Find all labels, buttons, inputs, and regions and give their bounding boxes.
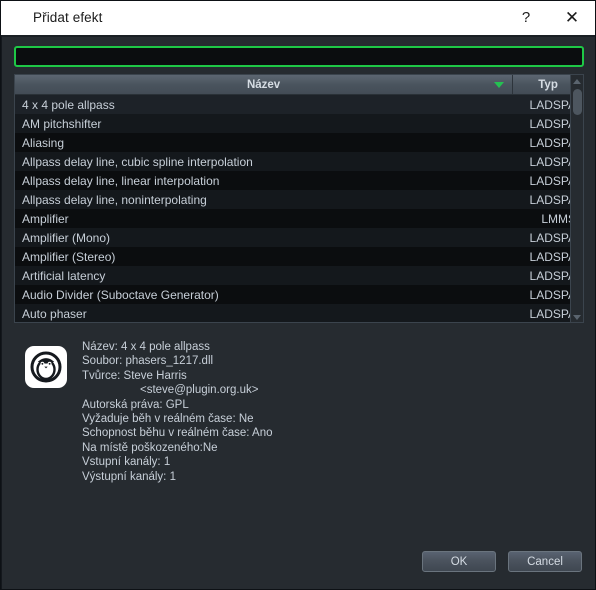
plugin-info-line: Tvůrce: Steve Harris xyxy=(82,369,187,382)
cell-effect-name: Aliasing xyxy=(22,135,65,150)
search-input[interactable] xyxy=(14,46,584,67)
plugin-info-text: Název: 4 x 4 pole allpass Soubor: phasers… xyxy=(82,340,273,484)
vertical-scrollbar[interactable] xyxy=(570,75,583,322)
table-row[interactable]: Auto phaser LADSPA xyxy=(15,304,583,322)
plugin-info-line: Výstupní kanály: 1 xyxy=(82,470,176,483)
ok-button[interactable]: OK xyxy=(422,551,496,572)
cell-effect-name: 4 x 4 pole allpass xyxy=(22,97,115,112)
table-header-row: Název Typ xyxy=(15,75,583,95)
cell-effect-name: Allpass delay line, noninterpolating xyxy=(22,192,207,207)
plugin-info-line: Název: 4 x 4 pole allpass xyxy=(82,341,210,353)
column-header-name-label: Název xyxy=(246,78,281,91)
cell-effect-name: Artificial latency xyxy=(22,268,106,283)
help-icon[interactable]: ? xyxy=(505,1,547,35)
cell-effect-name: Amplifier (Mono) xyxy=(22,230,111,245)
cell-effect-type: LADSPA xyxy=(529,287,576,302)
table-row[interactable]: Allpass delay line, cubic spline interpo… xyxy=(15,152,583,171)
cell-effect-type: LADSPA xyxy=(529,97,576,112)
table-row[interactable]: Artificial latency LADSPA xyxy=(15,266,583,285)
plugin-info-line: <steve@plugin.org.uk> xyxy=(140,384,259,397)
cell-effect-name: Auto phaser xyxy=(22,306,87,321)
cell-effect-name: Allpass delay line, linear interpolation xyxy=(22,173,220,188)
sort-descending-icon xyxy=(494,81,505,88)
dialog-footer: OK Cancel xyxy=(422,551,582,572)
cell-effect-type: LMMS xyxy=(541,211,576,226)
plugin-info-line: Vstupní kanály: 1 xyxy=(82,456,171,469)
column-header-name[interactable]: Název xyxy=(15,75,514,94)
cell-effect-type: LADSPA xyxy=(529,230,576,245)
cell-effect-type: LADSPA xyxy=(529,306,576,321)
plugin-info-line: Autorská práva: GPL xyxy=(82,398,189,411)
table-body: 4 x 4 pole allpass LADSPA AM pitchshifter L… xyxy=(15,95,583,322)
cell-effect-name: Amplifier (Stereo) xyxy=(22,249,116,264)
table-row[interactable]: Amplifier LMMS xyxy=(15,209,583,228)
cell-effect-name: Audio Divider (Suboctave Generator) xyxy=(22,287,219,302)
table-row[interactable]: Amplifier (Mono) LADSPA xyxy=(15,228,583,247)
cell-effect-type: LADSPA xyxy=(529,173,576,188)
plugin-info-line: Soubor: phasers_1217.dll xyxy=(82,355,214,368)
cell-effect-type: LADSPA xyxy=(529,268,576,283)
cell-effect-type: LADSPA xyxy=(529,116,576,131)
table-row[interactable]: AM pitchshifter LADSPA xyxy=(15,114,583,133)
table-row[interactable]: Allpass delay line, noninterpolating LADS… xyxy=(15,190,583,209)
table-row[interactable]: 4 x 4 pole allpass LADSPA xyxy=(15,95,583,114)
cell-effect-name: Allpass delay line, cubic spline interpo… xyxy=(22,154,253,169)
cell-effect-type: LADSPA xyxy=(529,192,576,207)
effects-table: Název Typ 4 x 4 pole allpass LADSPA AM pit… xyxy=(14,74,584,323)
search-field-wrapper xyxy=(14,46,584,67)
cell-effect-name: AM pitchshifter xyxy=(22,116,102,131)
titlebar: Přidat efekt ? ✕ xyxy=(1,1,595,35)
plugin-info-line: Vyžaduje běh v reálném čase: Ne xyxy=(82,413,254,426)
plugin-info-line: Na místě poškozeného:Ne xyxy=(82,441,218,454)
plugin-info-line: Schopnost běhu v reálném čase: Ano xyxy=(82,427,273,440)
add-effect-dialog: Přidat efekt ? ✕ Název Typ 4 x 4 pole al… xyxy=(0,0,596,590)
scrollbar-thumb[interactable] xyxy=(573,89,582,115)
cell-effect-type: LADSPA xyxy=(529,135,576,150)
table-row[interactable]: Audio Divider (Suboctave Generator) LADSP… xyxy=(15,285,583,304)
cell-effect-type: LADSPA xyxy=(529,154,576,169)
table-row[interactable]: Aliasing LADSPA xyxy=(15,133,583,152)
table-row[interactable]: Allpass delay line, linear interpolation… xyxy=(15,171,583,190)
scroll-down-arrow-icon[interactable] xyxy=(573,315,581,320)
scroll-up-arrow-icon[interactable] xyxy=(573,79,581,84)
column-header-type-label: Typ xyxy=(538,78,558,91)
window-title: Přidat efekt xyxy=(33,10,103,25)
close-icon[interactable]: ✕ xyxy=(547,1,595,35)
dialog-body: Název Typ 4 x 4 pole allpass LADSPA AM pit… xyxy=(1,35,595,589)
penguin-icon xyxy=(25,346,67,388)
cell-effect-name: Amplifier xyxy=(22,211,69,226)
cancel-button[interactable]: Cancel xyxy=(508,551,582,572)
table-row[interactable]: Amplifier (Stereo) LADSPA xyxy=(15,247,583,266)
cell-effect-type: LADSPA xyxy=(529,249,576,264)
